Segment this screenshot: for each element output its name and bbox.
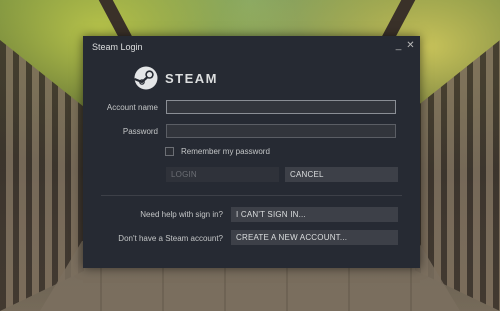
cancel-button[interactable]: CANCEL [285, 167, 398, 182]
remember-password-checkbox[interactable]: Remember my password [165, 147, 270, 156]
remember-password-label[interactable]: Remember my password [181, 147, 270, 156]
close-button[interactable]: ✕ [405, 40, 416, 51]
title-bar[interactable]: Steam Login _ ✕ [83, 36, 420, 58]
create-account-button[interactable]: CREATE A NEW ACCOUNT... [231, 230, 398, 245]
steam-logo: STEAM [134, 65, 218, 91]
steam-login-dialog: Steam Login _ ✕ STEAM Account name Passw… [83, 36, 420, 268]
minimize-button[interactable]: _ [393, 40, 404, 51]
divider [101, 195, 402, 196]
steam-logo-icon [134, 66, 158, 90]
account-name-input[interactable] [166, 100, 396, 114]
login-button[interactable]: LOGIN [166, 167, 279, 182]
account-name-label: Account name [106, 103, 158, 112]
cant-sign-in-button[interactable]: I CAN'T SIGN IN... [231, 207, 398, 222]
no-account-label: Don't have a Steam account? [118, 234, 223, 243]
signin-help-label: Need help with sign in? [140, 210, 223, 219]
steam-wordmark: STEAM [165, 70, 218, 86]
window-title: Steam Login [92, 42, 143, 52]
checkbox-box[interactable] [165, 147, 174, 156]
password-label: Password [122, 127, 158, 136]
password-input[interactable] [166, 124, 396, 138]
